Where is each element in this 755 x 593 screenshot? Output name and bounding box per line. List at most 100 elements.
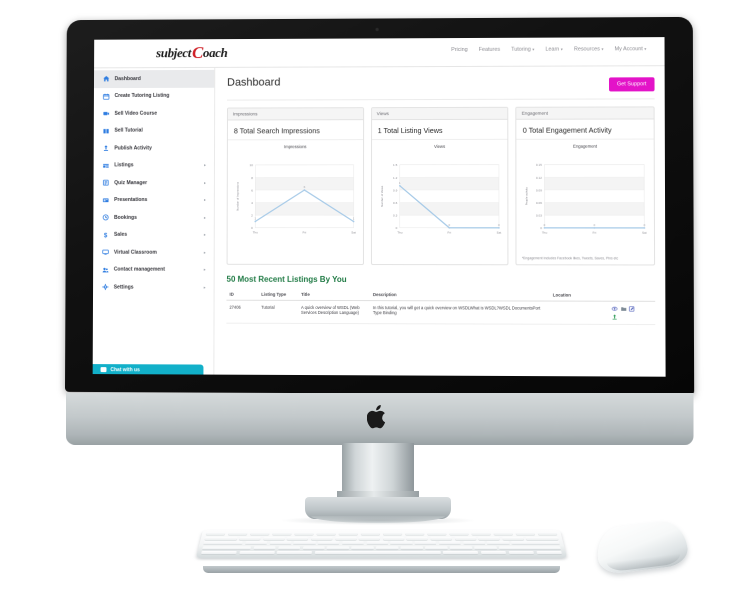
keyboard-key — [334, 536, 357, 540]
topnav-item-resources[interactable]: Resources ▾ — [574, 46, 604, 52]
keyboard-key — [245, 541, 268, 545]
keyboard-key — [239, 536, 262, 540]
cell-location — [549, 301, 609, 325]
keyboard-key — [293, 541, 316, 545]
chart-plot: 0 0.3 0.6 0.9 1.2 1.5 Thu Fri Sat 1 0 0 Number of Vi… — [376, 150, 504, 246]
sidebar-item-contact-management[interactable]: Contact management — [93, 261, 214, 279]
keyboard-key — [202, 546, 252, 550]
chat-with-us-button[interactable]: Chat with us — [92, 364, 204, 376]
topnav-item-label: Pricing — [451, 46, 468, 54]
card-statistic: 8 Total Search Impressions — [227, 120, 363, 141]
topnav-item-my-account[interactable]: My Account ▾ — [615, 46, 647, 52]
keyboard-key — [360, 531, 381, 535]
keyboard-key — [426, 531, 447, 535]
share-icon[interactable] — [612, 314, 618, 320]
svg-text:$: $ — [104, 232, 108, 238]
svg-text:0: 0 — [541, 226, 543, 230]
chart-engagement: Engagement 0 0.03 0.06 0.09 0.12 0.15 Thu Fri Sat… — [517, 140, 654, 257]
get-support-button[interactable]: Get Support — [608, 77, 655, 92]
keyboard-key — [227, 531, 249, 535]
table-column-header: Listing Type — [258, 289, 299, 301]
keyboard-key — [351, 546, 374, 550]
logo-letter-c: C — [192, 43, 203, 63]
svg-text:Fri: Fri — [303, 231, 307, 235]
sidebar-item-sell-tutorial[interactable]: Sell Tutorial — [94, 122, 214, 140]
monitor-screen: subject C oach Pricing Features Tutoring ▾ L… — [92, 37, 666, 377]
keyboard-key — [382, 531, 403, 535]
svg-text:Number of Views: Number of Views — [379, 185, 383, 207]
svg-text:0.09: 0.09 — [536, 188, 542, 192]
keyboard-row — [204, 536, 559, 540]
site-logo[interactable]: subject C oach — [156, 43, 227, 63]
svg-text:People activity: People activity — [525, 187, 529, 206]
keyboard-base — [203, 566, 560, 573]
sidebar-item-presentations[interactable]: Presentations — [93, 192, 213, 209]
sidebar-item-dashboard[interactable]: Dashboard — [93, 69, 215, 88]
chevron-right-icon — [203, 286, 206, 289]
keyboard-key — [511, 541, 560, 545]
topnav-item-features[interactable]: Features — [479, 47, 500, 53]
svg-text:Thu: Thu — [397, 231, 403, 235]
sidebar-item-virtual-classroom[interactable]: Virtual Classroom — [93, 244, 214, 262]
sidebar-item-listings[interactable]: Listings — [94, 157, 214, 175]
keyboard-key — [358, 536, 381, 540]
keyboard-key — [287, 536, 309, 540]
upload-icon — [103, 145, 110, 152]
sidebar-item-quiz-manager[interactable]: Quiz Manager — [93, 174, 213, 191]
keyboard-row — [205, 531, 558, 535]
keyboard-key — [294, 531, 315, 535]
topnav-item-label: My Account — [614, 46, 643, 53]
chevron-right-icon — [203, 199, 206, 202]
keyboard-key — [277, 546, 301, 550]
keyboard-key — [382, 536, 405, 540]
view-icon[interactable] — [612, 306, 618, 312]
keyboard-key — [327, 546, 350, 550]
page-header: Dashboard Get Support — [227, 66, 655, 101]
sidebar-item-publish-activity[interactable]: Publish Activity — [94, 139, 214, 157]
list-icon — [102, 162, 109, 169]
svg-text:0.3: 0.3 — [393, 214, 398, 218]
topnav-item-label: Resources — [573, 46, 600, 53]
sidebar-item-label: Settings — [113, 284, 134, 291]
topnav-item-tutoring[interactable]: Tutoring ▾ — [511, 47, 534, 53]
sidebar-item-settings[interactable]: Settings — [93, 278, 214, 296]
cell-listing-type: Tutorial — [258, 300, 299, 324]
keyboard-key — [404, 531, 425, 535]
sidebar-item-sales[interactable]: $ Sales — [93, 226, 214, 244]
sidebar-item-label: Sales — [113, 232, 128, 239]
chevron-right-icon — [204, 164, 207, 167]
edit-icon[interactable] — [629, 306, 635, 312]
sidebar-item-bookings[interactable]: Bookings — [93, 209, 214, 226]
svg-text:Fri: Fri — [593, 231, 597, 235]
stat-card-views: Views 1 Total Listing Views Views 0 0.3 0.6 0.… — [370, 106, 509, 265]
keyboard-key — [272, 531, 293, 535]
keyboard-key — [238, 550, 275, 555]
topnav-item-learn[interactable]: Learn ▾ — [545, 47, 562, 53]
keyboard-key — [536, 550, 563, 555]
chart-plot: 0 2 4 6 8 10 Thu Fri Sat 1 6 1 Number of Impressions — [232, 150, 359, 246]
sidebar-item-label: Presentations — [114, 197, 148, 204]
monitor-icon — [102, 249, 109, 256]
keyboard-key — [376, 546, 399, 550]
sidebar-item-create-tutoring-listing[interactable]: Create Tutoring Listing — [94, 87, 214, 105]
keyboard-key — [366, 541, 389, 545]
card-statistic: 0 Total Engagement Activity — [516, 119, 654, 140]
keyboard-key — [200, 550, 237, 555]
topnav-item-label: Learn — [545, 46, 560, 53]
svg-text:0: 0 — [395, 226, 397, 230]
mouse — [594, 518, 690, 576]
keyboard-key — [250, 531, 271, 535]
chevron-right-icon — [204, 181, 207, 184]
svg-text:6: 6 — [251, 188, 253, 192]
svg-text:Fri: Fri — [447, 231, 451, 235]
sidebar-item-sell-video-course[interactable]: Sell Video Course — [94, 105, 214, 123]
chevron-right-icon — [203, 251, 206, 254]
sidebar-item-label: Quiz Manager — [114, 179, 148, 186]
gear-icon — [102, 284, 109, 291]
users-icon — [102, 266, 109, 273]
folder-icon[interactable] — [620, 306, 626, 312]
page-title: Dashboard — [227, 76, 281, 89]
topnav-item-pricing[interactable]: Pricing — [451, 47, 468, 53]
card-header: Engagement — [516, 107, 654, 120]
svg-text:0.9: 0.9 — [393, 188, 398, 192]
